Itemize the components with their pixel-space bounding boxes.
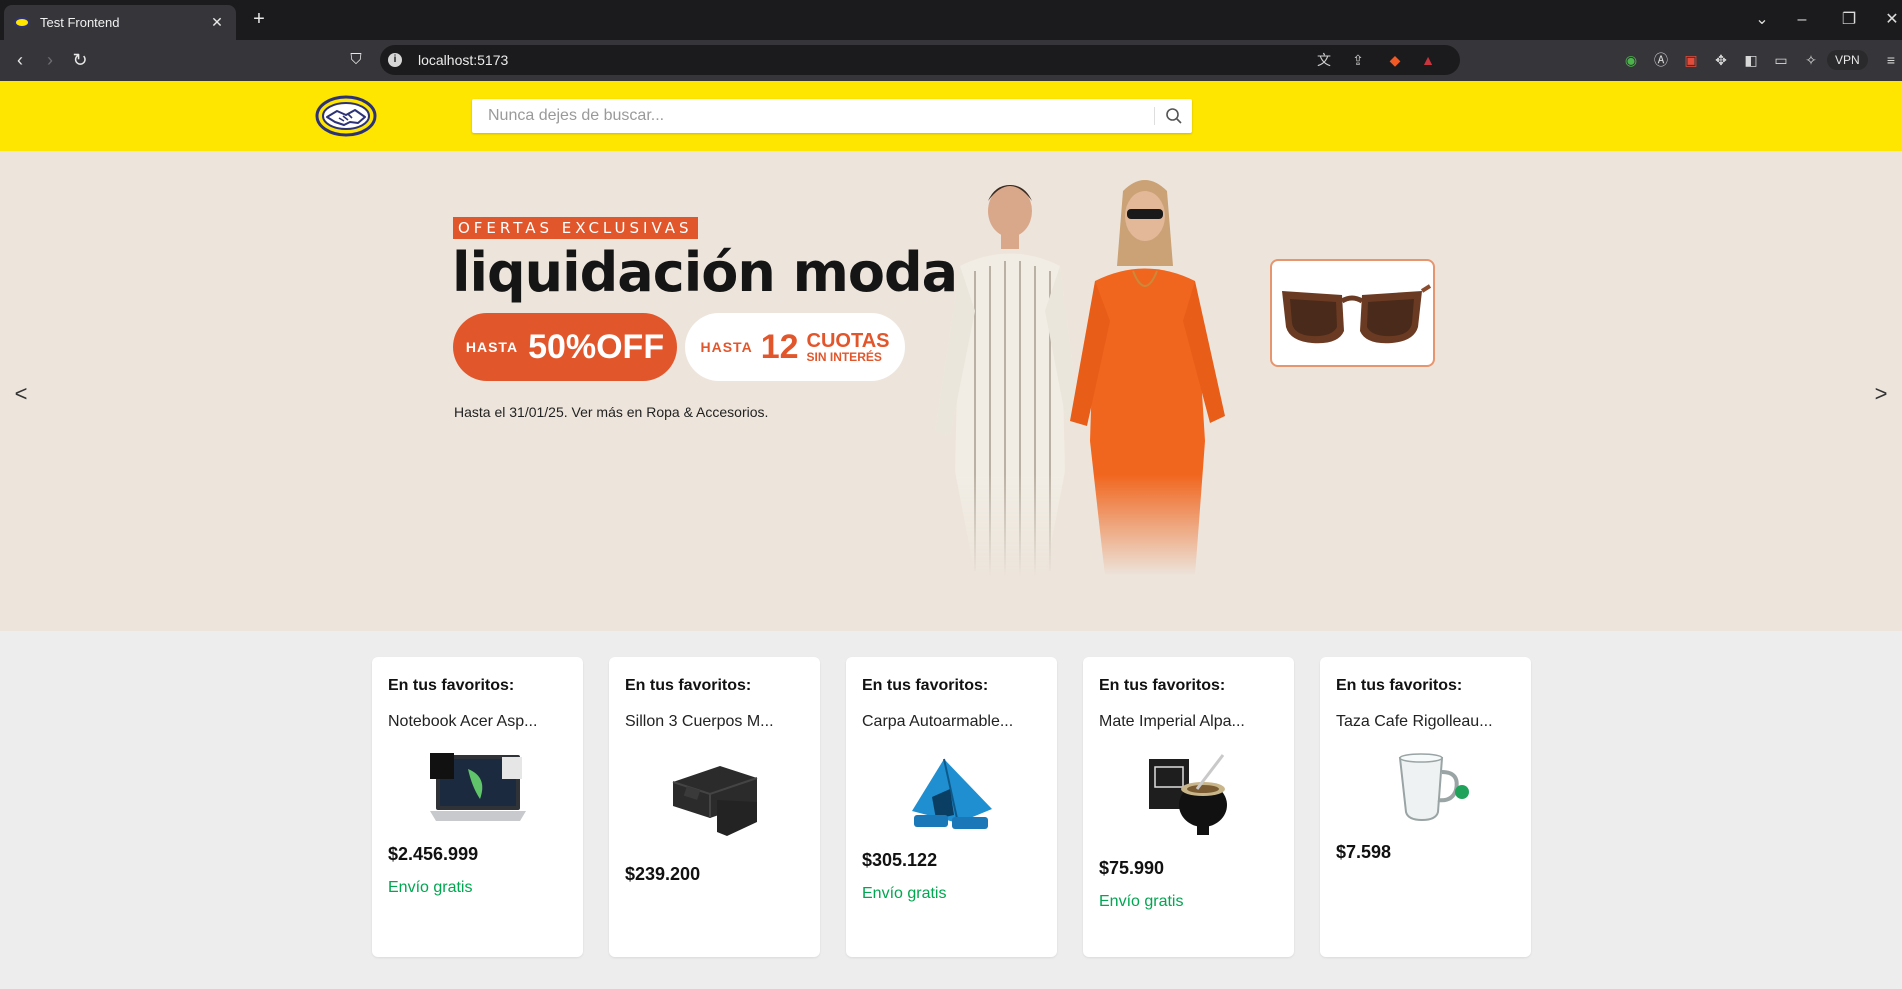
product-price: $239.200: [625, 864, 701, 884]
extensions-puzzle-icon[interactable]: ✥: [1710, 49, 1732, 71]
restore-button[interactable]: ❐: [1837, 8, 1861, 32]
sunglasses-icon: [1282, 284, 1432, 344]
share-icon[interactable]: ⇪: [1348, 50, 1368, 70]
product-card[interactable]: En tus favoritos: Taza Cafe Rigolleau...…: [1320, 657, 1531, 957]
extension-grid-icon[interactable]: ▣: [1680, 49, 1702, 71]
new-tab-button[interactable]: +: [248, 8, 270, 30]
card-heading: En tus favoritos:: [625, 677, 752, 694]
browser-nav-bar: ‹ › ↻ ⛉ i localhost:5173 文 ⇪ ◆ ▲ ◉ Ⓐ ▣ ✥…: [0, 40, 1902, 81]
sunglasses-image-card: [1270, 259, 1435, 367]
installments-label-group: CUOTAS SIN INTERÉS: [807, 331, 890, 363]
promo-tag: OFERTAS EXCLUSIVAS: [453, 217, 698, 239]
product-price: $2.456.999: [388, 844, 479, 864]
installments-number: 12: [760, 327, 799, 366]
product-name[interactable]: Carpa Autoarmable...: [862, 713, 1013, 731]
product-name[interactable]: Sillon 3 Cuerpos M...: [625, 713, 774, 731]
address-bar[interactable]: i localhost:5173 文 ⇪ ◆ ▲: [380, 45, 1460, 75]
sofa-icon: [672, 766, 757, 836]
vpn-label: VPN: [1835, 53, 1860, 67]
search-button[interactable]: [1156, 99, 1192, 133]
site-favicon-icon: [14, 17, 30, 28]
installments-prefix: HASTA: [700, 339, 753, 355]
free-shipping-label: Envío gratis: [1099, 893, 1184, 910]
browser-tab-bar: Test Frontend ✕ + ⌄ – ❐ ✕: [0, 0, 1902, 40]
product-price: $305.122: [862, 850, 938, 870]
installments-pill: HASTA 12 CUOTAS SIN INTERÉS: [685, 313, 905, 381]
forward-button[interactable]: ›: [38, 48, 62, 72]
discount-value: 50%OFF: [528, 327, 665, 366]
carousel-next-button[interactable]: >: [1866, 379, 1896, 409]
mate-icon: [1148, 754, 1227, 835]
sidebar-icon[interactable]: ◧: [1740, 49, 1762, 71]
card-heading: En tus favoritos:: [1099, 677, 1226, 694]
extension-a-icon[interactable]: Ⓐ: [1650, 49, 1672, 71]
free-shipping-label: Envío gratis: [388, 879, 473, 896]
promo-footer: Hasta el 31/01/25. Ver más en Ropa & Acc…: [454, 404, 769, 420]
search-icon: [1166, 108, 1182, 124]
tab-title: Test Frontend: [40, 15, 120, 30]
translate-icon[interactable]: 文: [1314, 50, 1334, 70]
discount-prefix: HASTA: [465, 339, 519, 355]
close-window-button[interactable]: ✕: [1880, 8, 1902, 32]
card-heading: En tus favoritos:: [1336, 677, 1463, 694]
product-card[interactable]: En tus favoritos: Carpa Autoarmable... $…: [846, 657, 1057, 957]
fashion-models-image: [935, 180, 1225, 576]
bookmark-icon[interactable]: ⛉: [344, 48, 368, 72]
free-shipping-label: Envío gratis: [862, 885, 947, 902]
site-header: [0, 81, 1902, 151]
extension-color-icon[interactable]: ◉: [1620, 49, 1642, 71]
browser-tab[interactable]: Test Frontend ✕: [4, 5, 236, 40]
menu-icon[interactable]: ≡: [1880, 49, 1902, 71]
card-heading: En tus favoritos:: [388, 677, 515, 694]
product-card[interactable]: En tus favoritos: Mate Imperial Alpa... …: [1083, 657, 1294, 957]
tab-list-chevron-icon[interactable]: ⌄: [1750, 8, 1774, 32]
discount-pill: HASTA 50%OFF: [453, 313, 677, 381]
tent-icon: [911, 758, 992, 829]
vpn-button[interactable]: VPN: [1827, 50, 1868, 70]
url-text[interactable]: localhost:5173: [418, 52, 508, 68]
back-button[interactable]: ‹: [8, 48, 32, 72]
mug-icon: [1398, 753, 1469, 822]
installments-sub: SIN INTERÉS: [806, 350, 882, 364]
carousel-prev-button[interactable]: <: [6, 379, 36, 409]
product-price: $75.990: [1099, 858, 1165, 878]
search-divider: [1154, 107, 1155, 125]
brave-shields-icon[interactable]: ◆: [1385, 50, 1405, 70]
installments-label: CUOTAS: [806, 330, 890, 352]
wallet-icon[interactable]: ▭: [1770, 49, 1792, 71]
product-name[interactable]: Mate Imperial Alpa...: [1099, 713, 1245, 731]
promo-title: liquidación moda: [452, 241, 958, 304]
product-name[interactable]: Notebook Acer Asp...: [388, 713, 537, 731]
minimize-button[interactable]: –: [1790, 8, 1814, 32]
leo-ai-icon[interactable]: ✧: [1800, 49, 1822, 71]
card-heading: En tus favoritos:: [862, 677, 989, 694]
laptop-icon: [429, 753, 526, 821]
product-price: $7.598: [1336, 842, 1392, 862]
site-info-icon[interactable]: i: [388, 53, 402, 67]
product-card[interactable]: En tus favoritos: Sillon 3 Cuerpos M... …: [609, 657, 820, 957]
brave-rewards-icon[interactable]: ▲: [1418, 50, 1438, 70]
reload-button[interactable]: ↻: [68, 48, 92, 72]
product-card[interactable]: En tus favoritos: Notebook Acer Asp... $…: [372, 657, 583, 957]
promo-banner[interactable]: < > OFERTAS EXCLUSIVAS liquidación moda …: [0, 151, 1902, 631]
mercadolibre-logo-icon[interactable]: [315, 95, 377, 137]
search-input[interactable]: [472, 99, 1152, 133]
close-tab-icon[interactable]: ✕: [208, 14, 226, 31]
product-name[interactable]: Taza Cafe Rigolleau...: [1336, 713, 1493, 731]
search-bar: [472, 99, 1192, 133]
